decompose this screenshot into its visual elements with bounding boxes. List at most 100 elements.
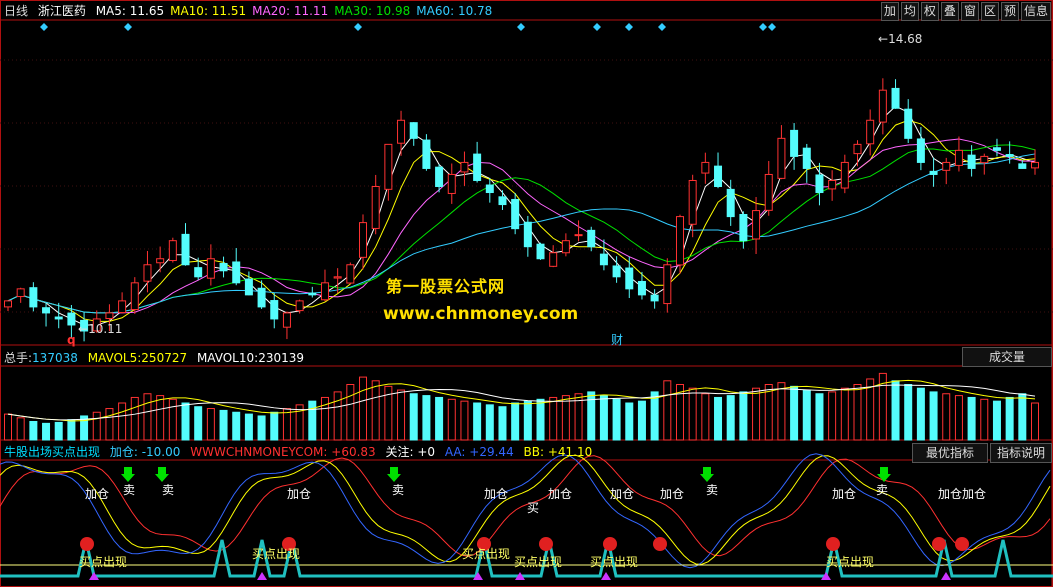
toolbar-button-0[interactable]: 加 — [880, 2, 899, 21]
candle-body — [904, 108, 913, 139]
buy-ball — [955, 537, 969, 551]
marker-cai[interactable]: 财 — [611, 332, 623, 348]
indicator-site: WWWCHNMONEYCOM: +60.83 — [190, 445, 376, 459]
sell-label: 卖 — [876, 483, 888, 497]
candle-body — [891, 87, 900, 109]
ma-line — [7, 153, 1036, 314]
volume-bar — [219, 409, 228, 441]
sell-arrow — [155, 467, 169, 482]
toolbar-button-3[interactable]: 叠 — [940, 2, 959, 21]
toolbar-button-2[interactable]: 权 — [920, 2, 939, 21]
volume-bar — [967, 396, 976, 441]
candle-body — [397, 119, 406, 144]
volume-bar — [206, 408, 215, 441]
volume-bar — [511, 402, 520, 441]
ma-legend-item: MA10: 11.51 — [170, 4, 247, 18]
indicator-name: 牛股出场买点出现 — [4, 445, 101, 459]
candle-body — [942, 161, 951, 171]
toolbar-button-1[interactable]: 均 — [900, 2, 919, 21]
volume-bar — [688, 387, 697, 441]
signal-diamond — [625, 23, 633, 31]
candle-body — [257, 287, 266, 308]
signal-diamond — [40, 23, 48, 31]
mavol5-label: MAVOL5: — [87, 351, 142, 365]
volume-bar — [118, 402, 127, 441]
candle-body — [916, 138, 925, 163]
candle-body — [498, 196, 507, 206]
add-label: 加仓 — [548, 487, 572, 501]
ma-legend-item: MA20: 11.11 — [252, 4, 329, 18]
volume-bar — [156, 395, 165, 441]
indicator-line-red — [0, 455, 1051, 557]
toolbar-button-7[interactable]: 信息 — [1020, 2, 1051, 21]
volume-bar — [523, 400, 532, 441]
toolbar: 加均权叠窗区预信息 — [880, 2, 1051, 21]
toolbar-button-6[interactable]: 预 — [1000, 2, 1019, 21]
toolbar-button-4[interactable]: 窗 — [960, 2, 979, 21]
signal-diamond — [593, 23, 601, 31]
candle-body — [929, 170, 938, 175]
candle-body — [752, 210, 761, 240]
candle-body — [244, 278, 253, 296]
volume-bar — [4, 413, 12, 441]
volume-bar — [194, 406, 203, 441]
volume-bar — [625, 402, 634, 441]
volume-bar — [409, 393, 418, 441]
volume-bar — [714, 396, 723, 441]
ma-line — [7, 144, 1036, 314]
volume-bar — [16, 417, 25, 441]
ma-legend-item: MA5: 11.65 — [95, 4, 165, 18]
volume-bar — [333, 391, 342, 441]
candle-body — [447, 173, 456, 194]
candle-body — [219, 262, 228, 272]
toolbar-button-5[interactable]: 区 — [980, 2, 999, 21]
candle-body — [663, 264, 672, 305]
candle-body — [206, 258, 215, 279]
candle-body — [1018, 163, 1027, 169]
mavol10-value: 230139 — [258, 351, 304, 365]
volume-bar — [549, 396, 558, 441]
best-indicator-button[interactable]: 最优指标 — [912, 443, 988, 463]
candle-body — [371, 186, 380, 229]
indicator-line-blue — [0, 453, 1051, 569]
candle-body — [523, 221, 532, 248]
candle-body — [764, 173, 773, 211]
volume-bar — [752, 387, 761, 441]
candle-body — [625, 267, 634, 290]
candle-body — [54, 316, 63, 320]
signal-diamond — [124, 23, 132, 31]
signal-diamond — [768, 23, 776, 31]
indicator-aa: AA: +29.44 — [444, 445, 514, 459]
add-label: 加仓 — [962, 487, 986, 501]
sell-label: 卖 — [123, 483, 135, 497]
volume-button[interactable]: 成交量 — [962, 347, 1052, 367]
volume-bar — [1005, 396, 1014, 441]
candle-body — [828, 179, 837, 190]
volume-bar — [435, 396, 444, 441]
candle-body — [4, 300, 12, 308]
volume-bar — [701, 393, 710, 441]
candle-body — [42, 307, 51, 314]
add-label: 加仓 — [610, 487, 634, 501]
candle-body — [980, 155, 989, 164]
candle-body — [422, 139, 431, 169]
candle-body — [967, 154, 976, 169]
candle-body — [675, 216, 684, 266]
candle-body — [739, 213, 748, 242]
buy-triangle — [941, 572, 951, 580]
volume-bar — [942, 393, 951, 441]
candle-body — [701, 161, 710, 174]
indicator-desc-button[interactable]: 指标说明 — [990, 443, 1052, 463]
volume-bar — [904, 384, 913, 441]
ma-line — [7, 138, 1035, 314]
candle-body — [143, 264, 152, 282]
sell-arrow — [387, 467, 401, 482]
volume-bar — [1031, 402, 1039, 441]
volume-bar — [637, 400, 646, 441]
volume-bar — [130, 396, 139, 441]
mavol5-value: 250727 — [141, 351, 188, 365]
period-label[interactable]: 日线 — [4, 4, 28, 18]
signal-diamond — [658, 23, 666, 31]
add-label: 加仓 — [938, 487, 962, 501]
indicator-guanzhu: 关注: +0 — [385, 445, 436, 459]
